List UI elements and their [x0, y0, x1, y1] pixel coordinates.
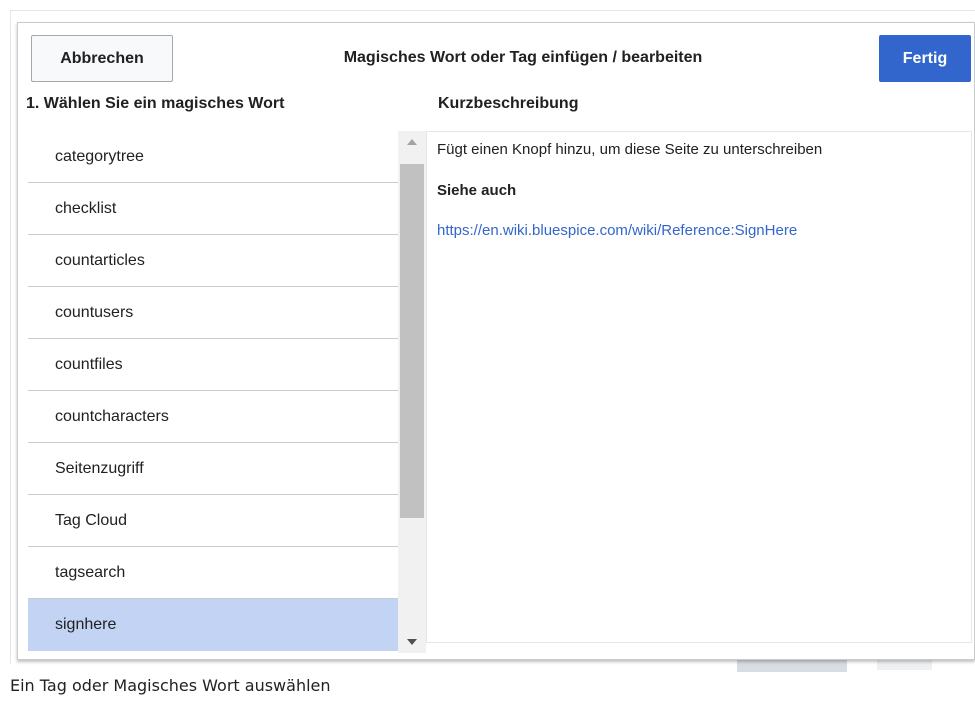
- magic-word-item[interactable]: countusers: [28, 287, 398, 339]
- description-panel: Fügt einen Knopf hinzu, um diese Seite z…: [426, 131, 972, 643]
- magic-word-item[interactable]: checklist: [28, 183, 398, 235]
- magic-word-item[interactable]: Tag Cloud: [28, 495, 398, 547]
- magic-word-item[interactable]: countarticles: [28, 235, 398, 287]
- background-fragment: [877, 660, 932, 670]
- magic-word-item[interactable]: signhere: [28, 599, 398, 651]
- list-header: 1. Wählen Sie ein magisches Wort: [26, 95, 285, 112]
- magic-word-item[interactable]: tagsearch: [28, 547, 398, 599]
- magic-word-list: categorytree checklist countarticles countu…: [28, 131, 398, 653]
- magic-word-list-panel: categorytree checklist countarticles countu…: [28, 131, 426, 653]
- background-fragment: [737, 660, 847, 672]
- dialog-title: Magisches Wort oder Tag einfügen / bearb…: [343, 49, 703, 66]
- list-scrollbar[interactable]: [398, 131, 426, 653]
- magic-word-item[interactable]: Seitenzugriff: [28, 443, 398, 495]
- description-text: Fügt einen Knopf hinzu, um diese Seite z…: [437, 141, 823, 158]
- reference-link[interactable]: https://en.wiki.bluespice.com/wiki/Refer…: [437, 222, 961, 239]
- magic-word-dialog: Abbrechen Magisches Wort oder Tag einfüg…: [17, 22, 975, 660]
- cancel-button[interactable]: Abbrechen: [31, 35, 173, 82]
- description-header: Kurzbeschreibung: [438, 95, 579, 112]
- magic-word-item[interactable]: countfiles: [28, 339, 398, 391]
- done-button[interactable]: Fertig: [879, 35, 971, 82]
- see-also-heading: Siehe auch: [437, 182, 517, 199]
- dialog-header: Abbrechen Magisches Wort oder Tag einfüg…: [18, 23, 974, 93]
- magic-word-item[interactable]: categorytree: [28, 131, 398, 183]
- scrollbar-thumb[interactable]: [400, 164, 424, 518]
- scroll-up-arrow-icon[interactable]: [398, 131, 426, 153]
- figure-caption: Ein Tag oder Magisches Wort auswählen: [10, 676, 331, 695]
- magic-word-item[interactable]: countcharacters: [28, 391, 398, 443]
- scroll-down-arrow-icon[interactable]: [398, 631, 426, 653]
